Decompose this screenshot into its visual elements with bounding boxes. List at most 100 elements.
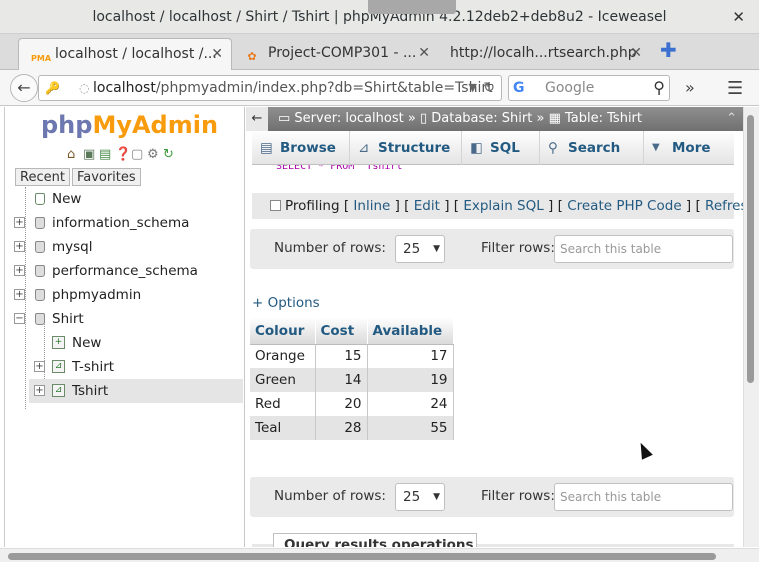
profiling-bar: Profiling [ Inline ] [ Edit ] [ Explain …	[252, 193, 743, 219]
menu-icon[interactable]: ☰	[727, 78, 743, 99]
search-box[interactable]: G Google ⚲	[508, 75, 670, 101]
scroll-thumb[interactable]	[8, 553, 716, 560]
tree-label: mysql	[52, 239, 93, 255]
cell-cost[interactable]: 14	[315, 368, 368, 392]
url-bar[interactable]: 🔑 ◌ localhost/phpmyadmin/index.php?db=Sh…	[38, 75, 502, 101]
filter-rows-input[interactable]: Search this table	[554, 483, 733, 511]
collapse-icon[interactable]: ⌃	[726, 107, 737, 131]
table-row[interactable]: Teal 28 55	[250, 416, 454, 440]
explain-sql-link[interactable]: Explain SQL	[463, 198, 543, 214]
new-tab-icon[interactable]: ✚	[660, 39, 677, 61]
collapse-nav-icon[interactable]: ←	[246, 107, 268, 131]
tab-close-icon[interactable]: ✕	[630, 38, 642, 68]
breadcrumb: ▭ Server: localhost » ▯ Database: Shirt …	[278, 107, 642, 131]
identity-icon[interactable]: 🔑	[45, 76, 60, 100]
tree-item-t-shirt[interactable]: + ⊿ T-shirt	[5, 355, 243, 379]
rows-per-page-select[interactable]: 25 ▼	[395, 483, 445, 511]
tree-item-phpmyadmin[interactable]: + phpmyadmin	[5, 283, 243, 307]
table-icon: ▦	[548, 111, 566, 126]
settings-icon[interactable]: ⚙	[147, 147, 163, 162]
expand-icon[interactable]: +	[14, 265, 25, 276]
project-favicon-icon: ✿	[247, 50, 257, 63]
profiling-checkbox[interactable]	[270, 200, 281, 211]
exit-icon[interactable]: ▣	[83, 147, 99, 162]
cell-colour[interactable]: Red	[250, 392, 316, 416]
tab-search[interactable]: http://localh...rtsearch.php ✕	[438, 38, 650, 70]
query-window-icon[interactable]: ▤	[99, 147, 115, 162]
tab-close-icon[interactable]: ✕	[211, 39, 223, 69]
database-icon	[35, 265, 45, 277]
url-dropdown-icon[interactable]: ▼	[469, 76, 477, 100]
expand-icon[interactable]: +	[14, 241, 25, 252]
col-colour[interactable]: Colour	[250, 318, 316, 345]
inline-link[interactable]: Inline	[353, 198, 390, 214]
breadcrumb-database[interactable]: Database: Shirt	[431, 111, 532, 126]
browser-tabbar: PMA localhost / localhost /... ✕ ✿ Project…	[0, 34, 759, 70]
window-close-button[interactable]: ✕	[732, 0, 745, 34]
favorites-tab[interactable]: Favorites	[71, 168, 141, 186]
breadcrumb-table[interactable]: Table: Tshirt	[565, 111, 642, 126]
expand-icon[interactable]: +	[14, 217, 25, 228]
doc-icon[interactable]: ▢	[131, 147, 147, 162]
table-row[interactable]: Green 14 19	[250, 368, 454, 392]
rows-per-page-select[interactable]: 25 ▼	[395, 235, 445, 263]
tab-browse[interactable]: ▤ Browse	[252, 131, 350, 165]
col-cost[interactable]: Cost	[315, 318, 368, 345]
col-available[interactable]: Available	[367, 318, 454, 345]
tab-more[interactable]: ▼ More	[644, 131, 722, 165]
search-icon[interactable]: ⚲	[653, 76, 665, 100]
tree-item-mysql[interactable]: + mysql	[5, 235, 243, 259]
table-row[interactable]: Orange 15 17	[250, 344, 454, 368]
tree-item-tshirt[interactable]: + ⊿ Tshirt	[29, 379, 243, 403]
google-icon[interactable]: G	[513, 76, 525, 100]
tab-search[interactable]: ⚲ Search	[540, 131, 644, 165]
overflow-icon[interactable]: »	[685, 78, 695, 97]
vertical-scrollbar[interactable]	[743, 107, 759, 547]
back-button[interactable]: ←	[10, 74, 38, 102]
tree-item-information-schema[interactable]: + information_schema	[5, 211, 243, 235]
recent-tab[interactable]: Recent	[15, 168, 70, 186]
cell-available[interactable]: 55	[367, 416, 454, 440]
cell-cost[interactable]: 15	[315, 344, 368, 368]
scroll-thumb[interactable]	[747, 115, 754, 383]
expand-icon[interactable]: +	[14, 289, 25, 300]
refresh-link[interactable]: Refresh	[705, 198, 743, 214]
cell-colour[interactable]: Teal	[250, 416, 316, 440]
reload-nav-icon[interactable]: ↻	[163, 147, 179, 162]
cell-available[interactable]: 19	[367, 368, 454, 392]
home-icon[interactable]: ⌂	[67, 147, 83, 162]
cell-available[interactable]: 24	[367, 392, 454, 416]
tree-item-shirt[interactable]: − Shirt	[5, 307, 243, 331]
tab-structure[interactable]: ⊿ Structure	[350, 131, 462, 165]
create-php-code-link[interactable]: Create PHP Code	[567, 198, 681, 214]
tree-item-performance-schema[interactable]: + performance_schema	[5, 259, 243, 283]
pma-logo[interactable]: phpMyAdmin	[41, 111, 218, 139]
tab-close-icon[interactable]: ✕	[418, 38, 430, 68]
filter-rows-input[interactable]: Search this table	[554, 235, 733, 263]
cell-cost[interactable]: 20	[315, 392, 368, 416]
reload-icon[interactable]: ↻	[483, 76, 495, 100]
cell-colour[interactable]: Green	[250, 368, 316, 392]
breadcrumb-server[interactable]: Server: localhost	[294, 111, 403, 126]
options-link[interactable]: + Options	[252, 295, 320, 311]
tree-item-new[interactable]: New	[5, 187, 243, 211]
horizontal-scrollbar[interactable]	[0, 548, 759, 562]
tree-label: T-shirt	[72, 359, 115, 375]
database-icon	[35, 289, 45, 301]
cell-colour[interactable]: Orange	[250, 344, 316, 368]
cell-cost[interactable]: 28	[315, 416, 368, 440]
tab-phpmyadmin[interactable]: PMA localhost / localhost /... ✕	[18, 38, 232, 70]
database-icon	[35, 313, 45, 325]
table-row[interactable]: Red 20 24	[250, 392, 454, 416]
expand-icon[interactable]: +	[34, 385, 45, 396]
collapse-icon[interactable]: −	[14, 313, 25, 324]
tree-item-new-table[interactable]: + New	[5, 331, 243, 355]
breadcrumb-sep: »	[407, 111, 416, 126]
edit-link[interactable]: Edit	[414, 198, 440, 214]
expand-icon[interactable]: +	[34, 361, 45, 372]
docs-icon[interactable]: ❓	[115, 147, 131, 162]
tab-project[interactable]: ✿ Project-COMP301 - ... ✕	[232, 38, 438, 70]
tab-sql[interactable]: ◧ SQL	[462, 131, 540, 165]
tab-sql-label: SQL	[490, 140, 520, 156]
cell-available[interactable]: 17	[367, 344, 454, 368]
